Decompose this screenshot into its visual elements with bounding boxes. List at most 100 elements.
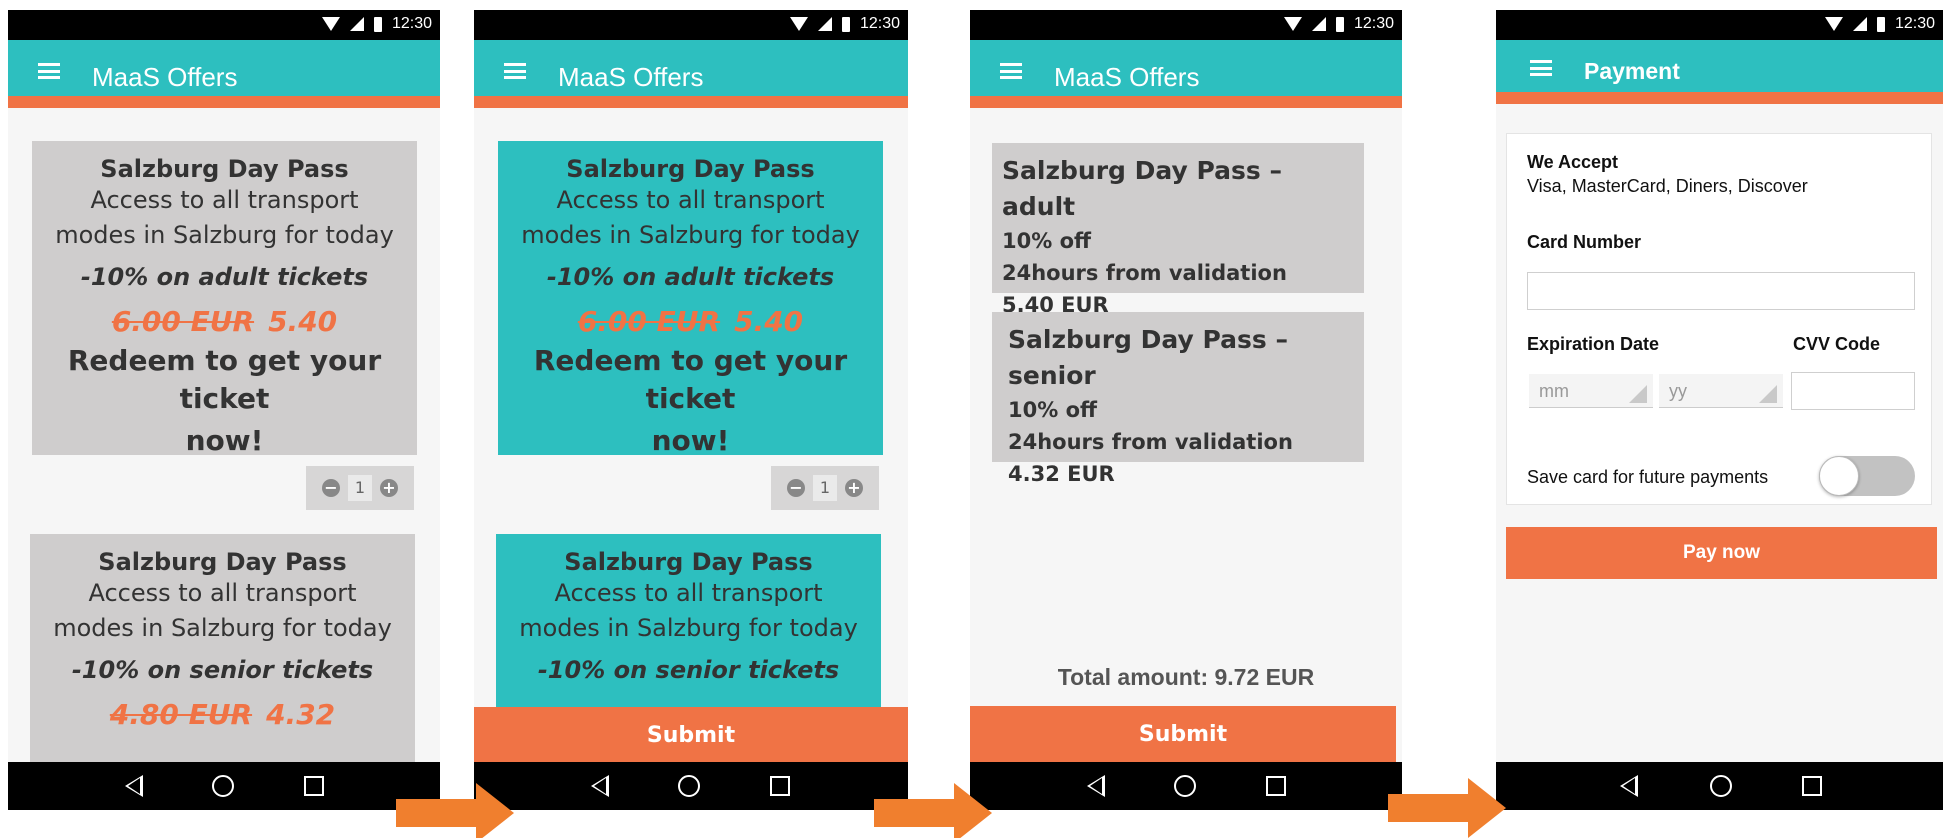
new-price: 4.32 <box>266 698 336 731</box>
status-bar: 12:30 <box>8 10 440 40</box>
offer-card-adult[interactable]: Salzburg Day Pass Access to all transpor… <box>498 141 883 457</box>
month-select[interactable]: mm <box>1529 374 1653 408</box>
signal-icon <box>817 17 832 31</box>
offer-description: modes in Salzburg for today <box>55 221 394 249</box>
quantity-stepper: − 1 + <box>771 466 879 510</box>
app-bar: MaaS Offers <box>970 40 1402 108</box>
offer-discount: -10% on adult tickets <box>80 263 369 291</box>
recents-icon[interactable] <box>770 776 790 796</box>
toggle-knob <box>1819 456 1859 496</box>
save-card-toggle[interactable] <box>1819 456 1915 496</box>
offer-description: Access to all transport <box>90 186 359 214</box>
recents-icon[interactable] <box>1802 776 1822 796</box>
redeem-text: Redeem to get your ticket <box>67 344 382 415</box>
cvv-input[interactable] <box>1791 372 1915 410</box>
offer-description: modes in Salzburg for today <box>519 614 858 642</box>
submit-button[interactable]: Submit <box>474 707 908 765</box>
wifi-icon <box>1283 17 1302 31</box>
offer-price: 6.00 EUR 5.40 <box>32 305 417 338</box>
arrow-right-icon <box>874 783 992 838</box>
recents-icon[interactable] <box>1266 776 1286 796</box>
card-number-input[interactable] <box>1527 272 1915 310</box>
offer-description: Access to all transport <box>554 579 823 607</box>
nav-bar <box>474 762 908 810</box>
status-bar: 12:30 <box>1496 10 1943 40</box>
offer-discount: -10% on senior tickets <box>71 656 374 684</box>
submit-button[interactable]: Submit <box>970 706 1396 764</box>
battery-icon <box>373 16 382 32</box>
redeem-text: now! <box>651 424 730 457</box>
status-bar: 12:30 <box>474 10 908 40</box>
summary-item-discount: 10% off <box>1008 398 1098 422</box>
new-price: 5.40 <box>268 305 338 338</box>
offer-description: modes in Salzburg for today <box>521 221 860 249</box>
summary-item-validity: 24hours from validation <box>1008 430 1293 454</box>
nav-bar <box>1496 762 1943 810</box>
home-icon[interactable] <box>1710 775 1732 797</box>
we-accept-label: We Accept <box>1527 152 1619 172</box>
quantity-stepper: − 1 + <box>306 466 414 510</box>
old-price: 6.00 EUR <box>577 305 721 338</box>
save-card-label: Save card for future payments <box>1527 467 1769 487</box>
back-icon[interactable] <box>591 775 609 797</box>
offer-description: Access to all transport <box>88 579 357 607</box>
year-select[interactable]: yy <box>1659 374 1783 408</box>
status-time: 12:30 <box>859 15 900 32</box>
status-time: 12:30 <box>391 15 432 32</box>
cvv-label: CVV Code <box>1793 334 1881 354</box>
home-icon[interactable] <box>1174 775 1196 797</box>
recents-icon[interactable] <box>304 776 324 796</box>
menu-icon[interactable] <box>38 63 60 79</box>
payment-form: We Accept Visa, MasterCard, Diners, Disc… <box>1506 133 1932 505</box>
app-title: MaaS Offers <box>92 62 238 92</box>
card-number-label: Card Number <box>1527 232 1642 252</box>
increment-button[interactable]: + <box>380 479 398 497</box>
signal-icon <box>349 17 364 31</box>
home-icon[interactable] <box>212 775 234 797</box>
back-icon[interactable] <box>1620 775 1638 797</box>
summary-item-senior: Salzburg Day Pass – senior 10% off 24hou… <box>992 312 1364 486</box>
nav-bar <box>970 762 1402 810</box>
offer-card-adult[interactable]: Salzburg Day Pass Access to all transpor… <box>32 141 417 457</box>
offer-title: Salzburg Day Pass <box>564 548 813 576</box>
decrement-button[interactable]: − <box>322 479 340 497</box>
summary-item-validity: 24hours from validation <box>1002 261 1287 285</box>
arrow-right-icon <box>1388 778 1506 838</box>
phone-offers-selected: 12:30 MaaS Offers Salzburg Day Pass Acce… <box>474 10 908 810</box>
total-amount: Total amount: 9.72 EUR <box>1057 664 1315 690</box>
year-placeholder: yy <box>1669 381 1687 401</box>
battery-icon <box>1335 16 1344 32</box>
back-icon[interactable] <box>125 775 143 797</box>
increment-button[interactable]: + <box>845 479 863 497</box>
app-bar: MaaS Offers <box>8 40 440 108</box>
summary-item-price: 4.32 EUR <box>1008 462 1115 486</box>
offer-price: 4.80 EUR 4.32 <box>30 698 415 731</box>
summary-item-title: Salzburg Day Pass – adult <box>1002 156 1282 221</box>
status-bar: 12:30 <box>970 10 1402 40</box>
back-icon[interactable] <box>1087 775 1105 797</box>
offer-card-senior[interactable]: Salzburg Day Pass Access to all transpor… <box>30 534 415 784</box>
app-title: MaaS Offers <box>558 62 704 92</box>
app-bar: Payment <box>1496 40 1943 104</box>
phone-offers: 12:30 MaaS Offers Salzburg Day Pass Acce… <box>8 10 440 810</box>
offer-price: 6.00 EUR 5.40 <box>498 305 883 338</box>
menu-icon[interactable] <box>1000 63 1022 79</box>
menu-icon[interactable] <box>504 63 526 79</box>
home-icon[interactable] <box>678 775 700 797</box>
quantity-value[interactable]: 1 <box>813 475 837 501</box>
pay-now-button[interactable]: Pay now <box>1506 527 1937 579</box>
app-title: MaaS Offers <box>1054 62 1200 92</box>
quantity-value[interactable]: 1 <box>348 475 372 501</box>
offer-discount: -10% on senior tickets <box>537 656 840 684</box>
dropdown-corner-icon <box>1629 385 1647 403</box>
app-title: Payment <box>1584 58 1680 84</box>
dropdown-corner-icon <box>1759 385 1777 403</box>
old-price: 4.80 EUR <box>109 698 253 731</box>
phone-payment: 12:30 Payment We Accept Visa, MasterCard… <box>1496 10 1943 810</box>
offer-title: Salzburg Day Pass <box>566 155 815 183</box>
offer-card-senior[interactable]: Salzburg Day Pass Access to all transpor… <box>496 534 881 724</box>
redeem-text: Redeem to get your ticket <box>533 344 848 415</box>
decrement-button[interactable]: − <box>787 479 805 497</box>
menu-icon[interactable] <box>1530 60 1552 76</box>
old-price: 6.00 EUR <box>111 305 255 338</box>
